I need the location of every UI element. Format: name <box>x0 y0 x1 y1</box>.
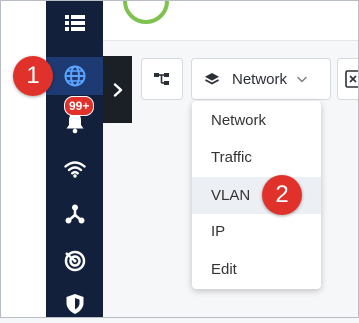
notification-badge: 99+ <box>64 96 95 116</box>
topology-icon <box>65 204 84 224</box>
step-callout-1: 1 <box>13 56 53 96</box>
top-bar <box>103 0 359 41</box>
left-gutter <box>0 0 46 318</box>
sidebar-item-topology[interactable] <box>46 195 103 233</box>
chevron-right-icon <box>113 82 122 97</box>
sidebar-item-security[interactable] <box>46 285 103 323</box>
sidebar-item-wifi[interactable] <box>46 150 103 188</box>
layer-select[interactable]: Network <box>191 58 331 100</box>
tree-view-button[interactable] <box>141 58 183 100</box>
sidebar-item-network[interactable] <box>46 57 103 95</box>
wifi-icon <box>63 161 86 178</box>
layer-select-value: Network <box>232 70 288 88</box>
tree-structure-icon <box>154 73 169 85</box>
logo <box>123 0 169 24</box>
menu-item-ip[interactable]: IP <box>192 213 321 250</box>
shield-icon <box>66 294 83 314</box>
expand-panel-button[interactable] <box>103 56 132 123</box>
menu-item-edit[interactable]: Edit <box>192 251 321 288</box>
chevron-down-icon <box>297 76 307 82</box>
layers-icon <box>205 72 219 84</box>
menu-item-network[interactable]: Network <box>192 102 321 139</box>
menu-item-traffic[interactable]: Traffic <box>192 139 321 176</box>
sidebar-item-scan[interactable] <box>46 242 103 280</box>
list-icon <box>64 15 85 31</box>
globe-icon <box>64 65 85 87</box>
export-button[interactable] <box>337 58 359 100</box>
sidebar-item-list[interactable] <box>46 4 103 42</box>
export-icon <box>345 70 359 88</box>
radar-icon <box>64 250 85 272</box>
step-callout-2: 2 <box>262 175 302 215</box>
sidebar <box>46 0 103 318</box>
